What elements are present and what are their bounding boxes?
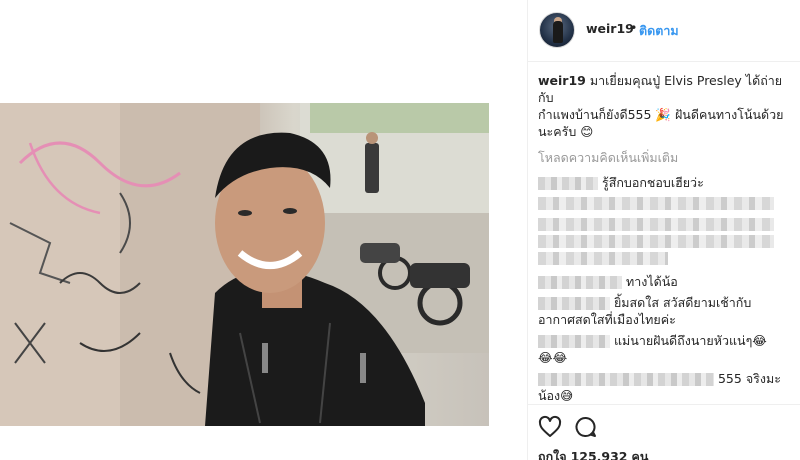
post-photo[interactable] (0, 103, 489, 426)
blurred-username (538, 335, 610, 348)
blurred-comment (538, 218, 774, 231)
load-more-comments[interactable]: โหลดความคิดเห็นเพิ่มเติม (538, 148, 796, 168)
comment-text: รู้สึกบอกชอบเฮียว่ะ (601, 175, 704, 190)
comment-row: 555 จริงมะ (538, 370, 796, 387)
caption-line-1: weir19 มาเยี่ยมคุณปู่ Elvis Presley ได้ถ… (538, 72, 796, 106)
heart-icon[interactable] (538, 415, 562, 439)
comment-icon[interactable] (574, 415, 598, 439)
comment-row: ทางได้น้อ (538, 273, 796, 290)
comment-text-cont: น้อง😅 (538, 388, 574, 403)
blurred-comment (538, 252, 668, 265)
blurred-comment (538, 197, 774, 210)
comment-row: แม่นายฝันดีถึงนายหัวแน่ๆ😂 (538, 332, 796, 349)
likes-label: ถูกใจ (538, 449, 567, 460)
post-media-area (0, 0, 527, 460)
photo-illustration (0, 103, 489, 426)
avatar-figure (553, 21, 563, 43)
caption-username[interactable]: weir19 (538, 73, 586, 88)
follow-button[interactable]: ติดตาม (639, 21, 679, 41)
caption-line-3: นะครับ 😊 (538, 124, 594, 139)
blurred-username (538, 297, 610, 310)
comment-text: แม่นายฝันดีถึงนายหัวแน่ๆ😂 (613, 333, 767, 348)
post-side-panel: weir19 • ติดตาม weir19 มาเยี่ยมคุณปู่ El… (528, 0, 800, 460)
comment-text: 555 จริงมะ (717, 371, 781, 386)
caption-line-2: กำแพงบ้านก็ยังดี555 🎉 ฝันดีคนทางโน้นด้วย (538, 107, 784, 122)
post-header: weir19 • ติดตาม (528, 0, 800, 62)
likes-number: 125,932 (570, 449, 628, 460)
comment-row: รู้สึกบอกชอบเฮียว่ะ (538, 174, 796, 191)
comment-text: ทางได้น้อ (625, 274, 678, 289)
blurred-username (538, 276, 622, 289)
comment-text-cont: อากาศสดใสที่เมืองไทยค่ะ (538, 312, 676, 327)
comment-text: ยิ้มสดใส สวัสดียามเช้ากับ (613, 295, 752, 310)
separator-dot: • (630, 20, 638, 35)
avatar[interactable] (539, 12, 575, 48)
likes-unit: คน (631, 449, 649, 460)
comment-text-cont: 😂😂 (538, 350, 568, 365)
blurred-comment (538, 235, 774, 248)
comments-section: weir19 มาเยี่ยมคุณปู่ Elvis Presley ได้ถ… (538, 72, 796, 404)
likes-count[interactable]: ถูกใจ 125,932 คน (538, 447, 648, 460)
post-actions: ถูกใจ 125,932 คน (528, 404, 800, 460)
comment-row: ยิ้มสดใส สวัสดียามเช้ากับ (538, 294, 796, 311)
blurred-username (538, 373, 714, 386)
blurred-username (538, 177, 598, 190)
header-username[interactable]: weir19 (586, 21, 634, 36)
